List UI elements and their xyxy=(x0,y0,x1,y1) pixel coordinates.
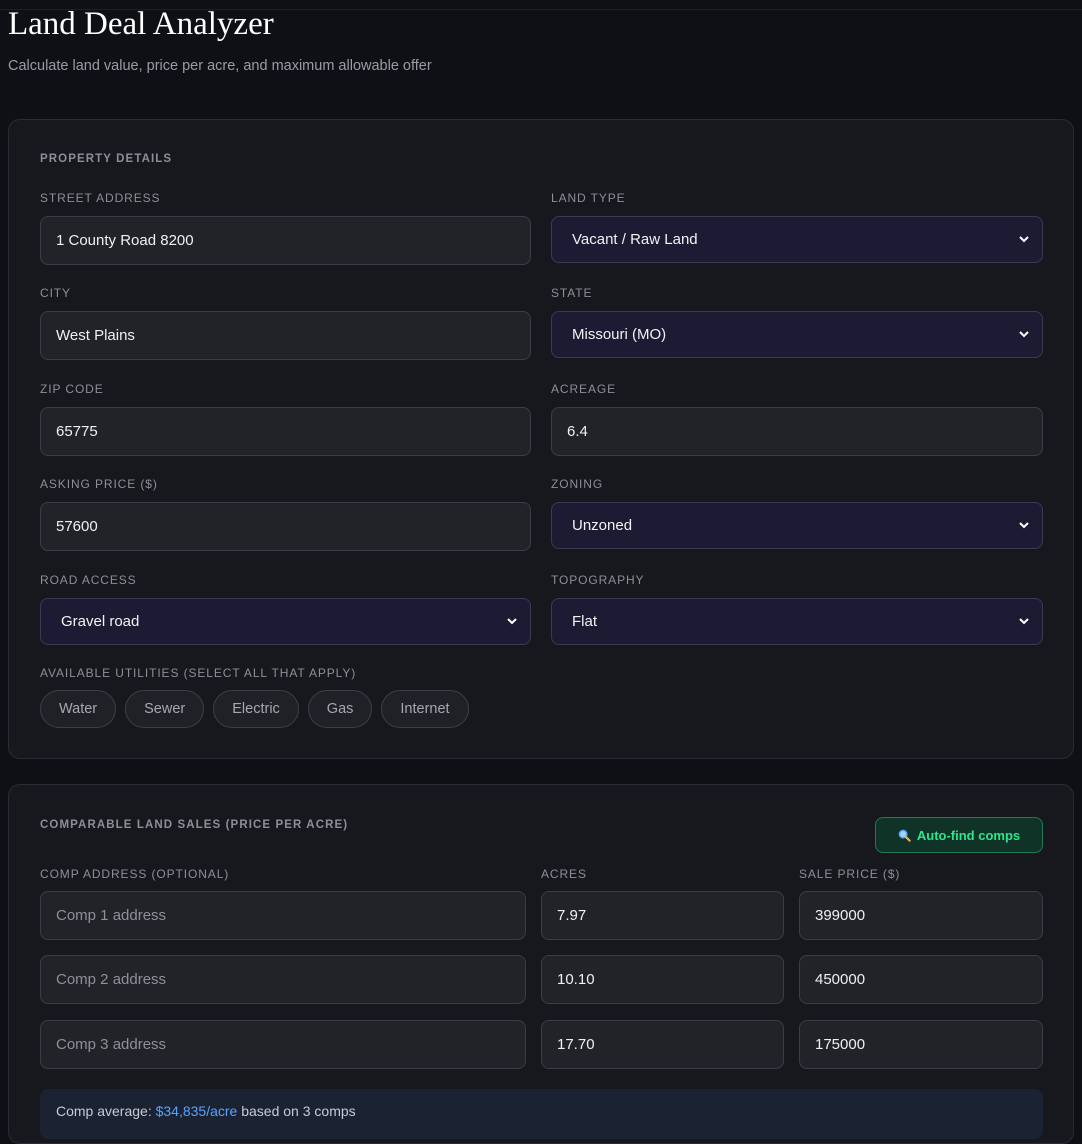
land-type-value: Vacant / Raw Land xyxy=(572,231,698,248)
comp-address-column-label: COMP ADDRESS (OPTIONAL) xyxy=(40,867,230,881)
magnifier-icon xyxy=(898,829,911,842)
asking-price-input[interactable] xyxy=(40,502,531,551)
comp-2-address-input[interactable] xyxy=(40,955,526,1004)
utilities-chip-group: Water Sewer Electric Gas Internet xyxy=(40,690,469,728)
comp-3-price-input[interactable] xyxy=(799,1020,1043,1069)
chevron-down-icon xyxy=(1019,235,1029,242)
chevron-down-icon xyxy=(1019,521,1029,528)
utilities-label: AVAILABLE UTILITIES (SELECT ALL THAT APP… xyxy=(40,666,357,680)
acreage-input[interactable] xyxy=(551,407,1043,456)
property-section-title: PROPERTY DETAILS xyxy=(40,153,173,165)
city-input[interactable] xyxy=(40,311,531,360)
comp-1-address-input[interactable] xyxy=(40,891,526,940)
land-type-select[interactable]: Vacant / Raw Land xyxy=(551,216,1043,263)
zoning-label: ZONING xyxy=(551,477,604,491)
road-access-label: ROAD ACCESS xyxy=(40,573,137,587)
comp-average-prefix: Comp average: xyxy=(56,1103,156,1119)
comp-average-value: $34,835/acre xyxy=(155,1103,238,1119)
zip-code-label: ZIP CODE xyxy=(40,382,104,396)
zip-code-input[interactable] xyxy=(40,407,531,456)
street-address-label: STREET ADDRESS xyxy=(40,191,161,205)
state-select[interactable]: Missouri (MO) xyxy=(551,311,1043,358)
topography-label: TOPOGRAPHY xyxy=(551,573,645,587)
state-label: STATE xyxy=(551,286,593,300)
page-header: Land Deal Analyzer Calculate land value,… xyxy=(8,4,432,74)
zoning-value: Unzoned xyxy=(572,517,633,534)
comp-1-price-input[interactable] xyxy=(799,891,1043,940)
comp-2-acres-input[interactable] xyxy=(541,955,784,1004)
comp-acres-column-label: ACRES xyxy=(541,867,587,881)
street-address-input[interactable] xyxy=(40,216,531,265)
auto-find-comps-button[interactable]: Auto-find comps xyxy=(875,817,1043,853)
comp-3-address-input[interactable] xyxy=(40,1020,526,1069)
comp-3-acres-input[interactable] xyxy=(541,1020,784,1069)
road-access-value: Gravel road xyxy=(61,613,140,630)
topography-select[interactable]: Flat xyxy=(551,598,1043,645)
page-title: Land Deal Analyzer xyxy=(8,6,274,42)
comp-price-column-label: SALE PRICE ($) xyxy=(799,867,901,881)
chevron-down-icon xyxy=(507,617,517,624)
utility-chip-water[interactable]: Water xyxy=(40,690,117,728)
utility-chip-gas[interactable]: Gas xyxy=(307,690,373,728)
land-type-label: LAND TYPE xyxy=(551,191,626,205)
auto-find-comps-label: Auto-find comps xyxy=(916,827,1021,843)
chevron-down-icon xyxy=(1019,330,1029,337)
comp-2-price-input[interactable] xyxy=(799,955,1043,1004)
city-label: CITY xyxy=(40,286,71,300)
property-details-card: PROPERTY DETAILS STREET ADDRESS LAND TYP… xyxy=(8,119,1074,759)
asking-price-label: ASKING PRICE ($) xyxy=(40,477,158,491)
utility-chip-sewer[interactable]: Sewer xyxy=(125,690,205,728)
topography-value: Flat xyxy=(572,613,598,630)
road-access-select[interactable]: Gravel road xyxy=(40,598,531,645)
utility-chip-internet[interactable]: Internet xyxy=(381,690,469,728)
comp-average-suffix: based on 3 comps xyxy=(237,1103,356,1119)
comp-1-acres-input[interactable] xyxy=(541,891,784,940)
chevron-down-icon xyxy=(1019,617,1029,624)
zoning-select[interactable]: Unzoned xyxy=(551,502,1043,549)
comparable-sales-card: COMPARABLE LAND SALES (PRICE PER ACRE) A… xyxy=(8,784,1074,1144)
comps-section-title: COMPARABLE LAND SALES (PRICE PER ACRE) xyxy=(40,819,349,831)
state-value: Missouri (MO) xyxy=(572,326,667,343)
acreage-label: ACREAGE xyxy=(551,382,616,396)
page-subtitle: Calculate land value, price per acre, an… xyxy=(8,58,432,74)
utility-chip-electric[interactable]: Electric xyxy=(213,690,299,728)
